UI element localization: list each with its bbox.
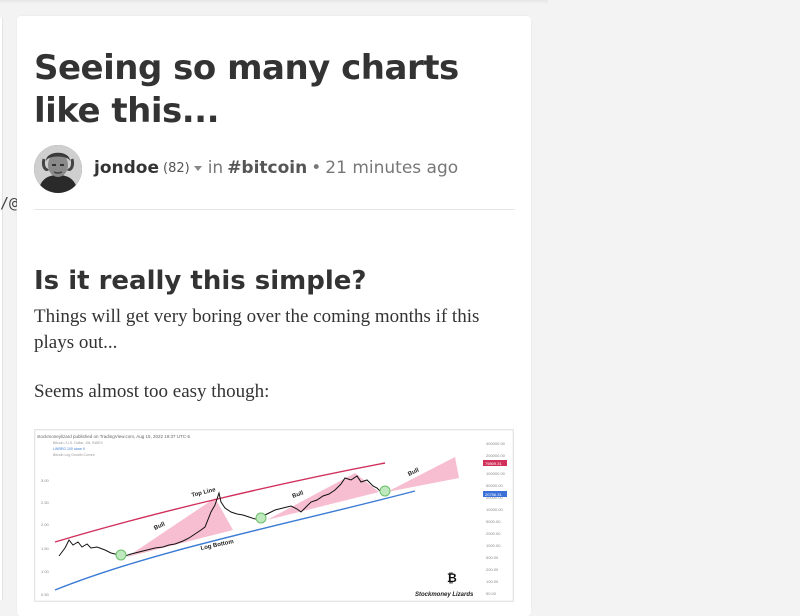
avatar-image [34, 145, 82, 193]
in-label: in [207, 158, 224, 178]
left-tick: 3.00 [41, 478, 50, 483]
left-tick: 2.50 [41, 500, 50, 505]
right-tick: 500.00 [486, 555, 499, 560]
paragraph: Things will get very boring over the com… [34, 306, 480, 353]
right-tick: 100.00 [486, 579, 499, 584]
brand-label: Stockmoney Lizards [415, 592, 474, 598]
post-time: 21 minutes ago [325, 158, 459, 178]
left-tick: 1.00 [41, 569, 50, 574]
bitcoin-logo-icon: ₿ [447, 571, 457, 585]
community-link[interactable]: #bitcoin [227, 158, 307, 178]
paragraph: Seems almost too easy though: [34, 381, 270, 402]
left-tick: 1.50 [41, 546, 50, 551]
right-tick: 2000.00 [486, 531, 501, 536]
chart-indicator-line: LINREG 100 close 0 [53, 447, 85, 451]
byline: jondoe (82) in #bitcoin • 21 minutes ago [94, 158, 458, 178]
chevron-down-icon[interactable] [193, 165, 202, 171]
left-panel-edge [0, 18, 3, 600]
right-tick: 5000.00 [486, 519, 501, 524]
price-tag-bottom-text: 20756.31 [485, 492, 502, 497]
touch-marker [379, 485, 391, 497]
chart-indicator-line-2: Bitcoin Log Growth Curves [53, 453, 95, 457]
post-title: Seeing so many charts like this... [34, 48, 459, 131]
right-tick: 400000.00 [486, 441, 506, 446]
chart-header-text: stockmoneylizard published on TradingVie… [37, 434, 191, 439]
header-divider [34, 209, 515, 210]
right-tick: 200.00 [486, 567, 499, 572]
top-strip [0, 0, 548, 4]
right-tick: 10000.00 [486, 507, 503, 512]
right-tick: 50000.00 [486, 483, 503, 488]
chart-symbol-line: Bitcoin / U.S. Dollar, 1W, INDEX [53, 441, 103, 445]
touch-marker [255, 512, 267, 524]
right-tick: 1000.00 [486, 543, 501, 548]
right-tick: 50.00 [486, 591, 497, 596]
left-tick: 2.00 [41, 522, 50, 527]
right-tick: 100000.00 [486, 471, 506, 476]
touch-marker [115, 549, 127, 561]
left-panel-text: /@ [0, 194, 19, 212]
price-tag-top-text: 79809.31 [485, 461, 502, 466]
chart-svg: stockmoneylizard published on TradingVie… [35, 430, 513, 601]
embedded-chart-image[interactable]: stockmoneylizard published on TradingVie… [34, 429, 514, 602]
right-tick: 200000.00 [486, 453, 506, 458]
author-link[interactable]: jondoe [94, 158, 159, 178]
author-reputation: (82) [163, 160, 190, 176]
section-heading: Is it really this simple? [34, 266, 367, 296]
left-tick: 0.50 [41, 592, 50, 597]
avatar[interactable] [34, 145, 82, 193]
byline-separator: • [311, 158, 322, 178]
